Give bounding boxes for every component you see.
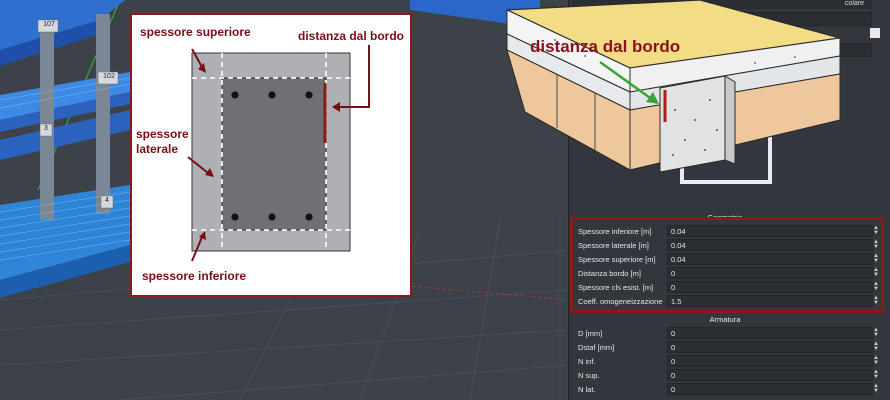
- param-label: Coeff. omogeneizzazione: [578, 297, 663, 306]
- label-edge-distance: distanza dal bordo: [298, 29, 405, 43]
- spinner-icon[interactable]: ▲ ▼: [872, 295, 880, 307]
- param-row[interactable]: Spessore superiore [m] 0.04 ▲ ▼: [575, 253, 880, 267]
- reinf-row[interactable]: N inf. 0 ▲ ▼: [575, 355, 880, 369]
- reinforcement-section-title[interactable]: Armatura: [575, 315, 875, 324]
- spinner-icon[interactable]: ▲ ▼: [872, 355, 880, 367]
- param-input[interactable]: 0: [667, 267, 873, 279]
- label-bottom-thickness: spessore inferiore: [142, 269, 247, 283]
- reinf-input[interactable]: 0: [667, 383, 873, 395]
- spinner-icon[interactable]: ▲ ▼: [872, 281, 880, 293]
- reinf-input[interactable]: 0: [667, 327, 873, 339]
- reinf-label: N inf.: [578, 357, 596, 366]
- spinner-icon[interactable]: ▲ ▼: [872, 225, 880, 237]
- param-input[interactable]: 1.5: [667, 295, 873, 307]
- param-label: Spessore laterale [m]: [578, 241, 649, 250]
- param-row[interactable]: Coeff. omogeneizzazione 1.5 ▲ ▼: [575, 295, 880, 309]
- spinner-icon[interactable]: ▲ ▼: [872, 383, 880, 395]
- reinf-input[interactable]: 0: [667, 341, 873, 353]
- param-label: Spessore inferiore [m]: [578, 227, 652, 236]
- column-tag-4[interactable]: 4: [101, 197, 113, 204]
- label-side-thickness: spessore laterale: [136, 127, 189, 156]
- param-row[interactable]: Distanza bordo [m] 0 ▲ ▼: [575, 267, 880, 281]
- param-input[interactable]: 0.04: [667, 253, 873, 265]
- spinner-icon[interactable]: ▲ ▼: [872, 239, 880, 251]
- column-tag-102[interactable]: 102: [99, 73, 119, 80]
- reinf-row[interactable]: N sup. 0 ▲ ▼: [575, 369, 880, 383]
- param-row[interactable]: Spessore inferiore [m] 0.04 ▲ ▼: [575, 225, 880, 239]
- spinner-icon[interactable]: ▲ ▼: [872, 369, 880, 381]
- param-label: Spessore cls esist. [m]: [578, 283, 654, 292]
- reinf-label: N lat.: [578, 385, 596, 394]
- reinf-input[interactable]: 0: [667, 355, 873, 367]
- spinner-icon[interactable]: ▲ ▼: [872, 267, 880, 279]
- slab-beam-inset: [506, 0, 841, 173]
- reinf-row[interactable]: D [mm] 0 ▲ ▼: [575, 327, 880, 341]
- param-row[interactable]: Spessore cls esist. [m] 0 ▲ ▼: [575, 281, 880, 295]
- param-input[interactable]: 0.04: [667, 225, 873, 237]
- param-label: Spessore superiore [m]: [578, 255, 656, 264]
- inset-edge-distance-label: distanza dal bordo: [530, 37, 681, 56]
- reinf-label: N sup.: [578, 371, 600, 380]
- reinf-label: Dstaf [mm]: [578, 343, 615, 352]
- param-row[interactable]: Spessore laterale [m] 0.04 ▲ ▼: [575, 239, 880, 253]
- param-input[interactable]: 0.04: [667, 239, 873, 251]
- param-input[interactable]: 0: [667, 281, 873, 293]
- reinf-row[interactable]: N lat. 0 ▲ ▼: [575, 383, 880, 397]
- reinf-input[interactable]: 0: [667, 369, 873, 381]
- section-diagram-callout: spessore superiore distanza dal bordo sp…: [130, 13, 412, 297]
- spinner-icon[interactable]: ▲ ▼: [872, 253, 880, 265]
- reinf-label: D [mm]: [578, 329, 603, 338]
- label-top-thickness: spessore superiore: [140, 25, 251, 39]
- spinner-icon[interactable]: ▲ ▼: [872, 341, 880, 353]
- column-tag-3[interactable]: 3: [40, 125, 52, 132]
- param-label: Distanza bordo [m]: [578, 269, 641, 278]
- reinf-row[interactable]: Dstaf [mm] 0 ▲ ▼: [575, 341, 880, 355]
- spinner-icon[interactable]: ▲ ▼: [872, 327, 880, 339]
- column-tag-107[interactable]: 107: [39, 21, 59, 28]
